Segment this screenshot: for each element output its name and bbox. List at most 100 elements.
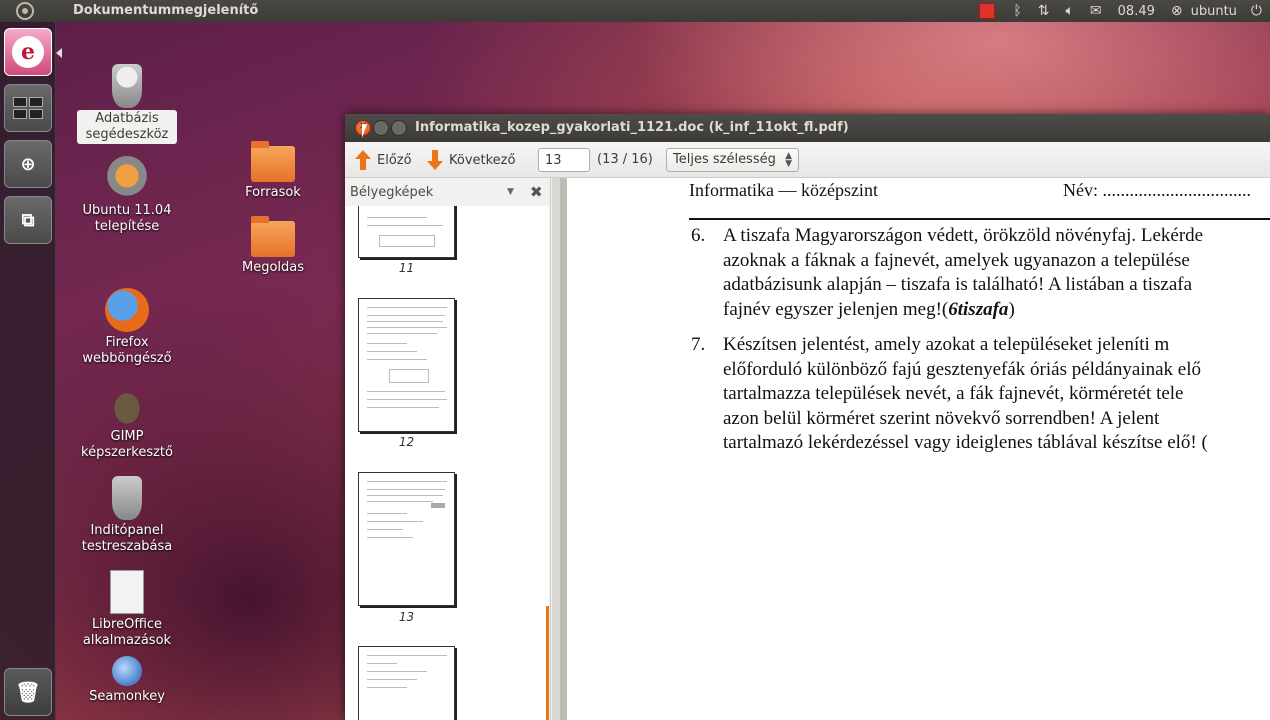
desktop-icon-label: Adatbázis segédeszköz [77, 110, 177, 144]
minimize-button[interactable] [373, 120, 389, 136]
desktop-icon-installer[interactable]: Ubuntu 11.04 telepítése [77, 156, 177, 236]
maximize-button[interactable] [391, 120, 407, 136]
page-thumbnail[interactable] [358, 646, 455, 720]
arrow-up-icon [355, 150, 371, 170]
desktop-icon-seamonkey[interactable]: Seamonkey [77, 656, 177, 706]
sidebar-scrollbar[interactable] [546, 606, 549, 720]
window-titlebar[interactable]: Informatika_kozep_gyakorlati_1121.doc (k… [345, 114, 1270, 142]
desktop-icon-forrasok[interactable]: Forrasok [223, 140, 323, 202]
page-number-input[interactable] [538, 148, 590, 172]
desktop-icon-label: LibreOffice alkalmazások [82, 617, 172, 648]
header-divider [689, 218, 1270, 220]
libreoffice-icon [110, 570, 144, 614]
task-line: előforduló különböző fajú gesztenyefák ó… [723, 358, 1201, 380]
panel-customize-icon [112, 476, 142, 520]
desktop-icon-label: Seamonkey [89, 689, 165, 704]
clock[interactable]: 08.49 [1118, 4, 1155, 19]
user-menu[interactable]: ubuntu [1191, 4, 1237, 19]
launcher-document-viewer[interactable]: e [4, 28, 52, 76]
volume-icon[interactable]: 🔈︎ [1066, 3, 1074, 19]
workspace-switcher-icon [13, 97, 43, 119]
sidebar: Bélyegképek ▼ ✖ 11 12 13 [345, 178, 551, 720]
system-tray: ᛒ ⇅ 🔈︎ ✉ 08.49 ⊗ ubuntu ⏻ [979, 0, 1270, 22]
desktop-icon-label: Firefox webböngésző [82, 335, 172, 366]
trash-icon: 🗑︎ [15, 680, 41, 704]
task-line: tartalmazza települések nevét, a fák faj… [723, 383, 1184, 404]
mouse-pointer-icon [361, 123, 368, 139]
gimp-icon [105, 382, 149, 426]
previous-page-label: Előző [377, 152, 412, 168]
launcher: e ⊕ ⧉ 🗑︎ [0, 22, 56, 720]
close-sidebar-icon[interactable]: ✖ [530, 183, 543, 201]
next-page-label: Következő [449, 152, 516, 168]
document-viewer-icon: e [12, 36, 44, 68]
folder-icon [251, 141, 295, 182]
power-icon[interactable]: ⏻ [1251, 3, 1262, 19]
page-header-subject: Informatika — középszint [689, 180, 878, 200]
top-panel: Dokumentummegjelenítő ᛒ ⇅ 🔈︎ ✉ 08.49 ⊗ u… [0, 0, 1270, 22]
page-thumbnail[interactable] [358, 206, 455, 258]
installer-icon [105, 156, 149, 200]
ubuntu-logo-icon[interactable] [16, 2, 34, 20]
next-page-button[interactable]: Következő [427, 150, 515, 170]
desktop-icon-libreoffice[interactable]: LibreOffice alkalmazások [77, 570, 177, 650]
task-line: fajnév egyszer jelenjen meg!(6tiszafa) [723, 298, 1015, 320]
task-line: azoknak a fáknak a fajnevét, amelyek ugy… [723, 249, 1190, 271]
task-number: 7. [691, 334, 706, 355]
dropdown-arrow-icon[interactable]: ▼ [507, 187, 514, 197]
desktop-icon-label: Megoldas [241, 260, 305, 275]
launcher-trash[interactable]: 🗑︎ [4, 668, 52, 716]
thumbnail-list[interactable]: 11 12 13 [345, 206, 549, 720]
recording-indicator-icon[interactable] [979, 3, 996, 19]
task-line: Készítsen jelentést, amely azokat a tele… [723, 334, 1170, 355]
zoom-select-value: Teljes szélesség [673, 152, 776, 167]
task-answer-emphasis: 6tiszafa [948, 298, 1009, 320]
sidebar-mode-label[interactable]: Bélyegképek [350, 185, 433, 200]
document-view[interactable]: Informatika — középszint Név: ..........… [552, 178, 1270, 720]
task-line: tartalmazó lekérdezéssel vagy ideiglenes… [723, 432, 1208, 453]
desktop-icon-database-tool[interactable]: Adatbázis segédeszköz [77, 64, 177, 144]
network-icon[interactable]: ⇅ [1038, 3, 1050, 19]
task-line: A tiszafa Magyarországon védett, örökzöl… [723, 225, 1204, 246]
thumbnail-page-number: 11 [398, 261, 415, 275]
firefox-icon [105, 288, 149, 332]
mail-icon[interactable]: ✉ [1090, 3, 1102, 19]
document-viewer-window: Informatika_kozep_gyakorlati_1121.doc (k… [345, 114, 1270, 720]
launcher-apps[interactable]: ⊕ [4, 140, 52, 188]
launcher-workspaces[interactable] [4, 84, 52, 132]
seamonkey-icon [112, 656, 142, 686]
folder-icon [251, 216, 295, 257]
page-count: (13 / 16) [597, 152, 653, 167]
task-line: adatbázisunk alapján – tiszafa is találh… [723, 274, 1193, 295]
desktop-icon-label: Ubuntu 11.04 telepítése [82, 203, 172, 234]
files-lens-icon: ⧉ [21, 209, 35, 231]
desktop-icon-label: GIMP képszerkesztő [81, 429, 173, 460]
active-app-title: Dokumentummegjelenítő [73, 3, 259, 18]
desktop-icon-label: Forrasok [245, 185, 301, 200]
toolbar: Előző Következő (13 / 16) Teljes széless… [345, 142, 1270, 178]
desktop-icon-label: Inditópanel testreszabása [81, 523, 173, 554]
bluetooth-icon[interactable]: ᛒ [1013, 3, 1021, 19]
task-number: 6. [691, 225, 706, 246]
user-status-icon: ⊗ [1170, 3, 1183, 19]
desktop-icon-firefox[interactable]: Firefox webböngésző [77, 288, 177, 368]
spin-arrows-icon: ▲ ▼ [785, 151, 792, 169]
previous-page-button[interactable]: Előző [355, 150, 412, 170]
desktop-icon-megoldas[interactable]: Megoldas [223, 215, 323, 277]
zoom-select[interactable]: Teljes szélesség ▲ ▼ [666, 148, 799, 172]
thumbnail-page-number: 13 [398, 610, 415, 624]
task-text: A tiszafa Magyarországon védett, örökzöl… [723, 224, 1270, 322]
page-thumbnail[interactable] [358, 298, 455, 432]
thumbnail-page-number: 12 [398, 435, 415, 449]
desktop-icon-panel-customize[interactable]: Inditópanel testreszabása [77, 476, 177, 556]
apps-lens-icon: ⊕ [20, 153, 36, 175]
splitter-handle[interactable] [552, 178, 560, 720]
arrow-down-icon [427, 150, 443, 170]
desktop-icon-gimp[interactable]: GIMP képszerkesztő [77, 382, 177, 462]
launcher-files[interactable]: ⧉ [4, 196, 52, 244]
launcher-active-arrow-icon [56, 48, 62, 58]
task-line: azon belül körméret szerint növekvő sorr… [723, 407, 1160, 429]
database-tool-icon [112, 64, 142, 108]
sidebar-header: Bélyegképek ▼ ✖ [345, 178, 550, 206]
page-thumbnail[interactable] [358, 472, 455, 606]
